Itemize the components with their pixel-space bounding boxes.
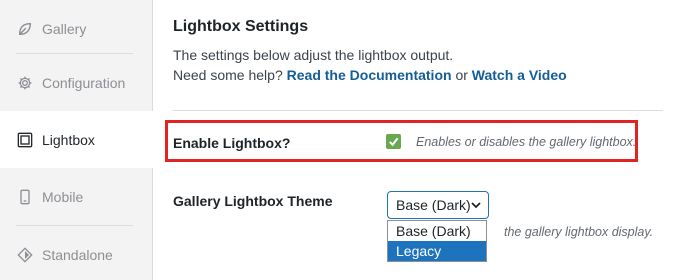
enable-lightbox-hint: Enables or disables the gallery lightbox… <box>416 135 637 149</box>
theme-option-base-dark[interactable]: Base (Dark) <box>388 221 486 241</box>
settings-description: The settings below adjust the lightbox o… <box>173 45 567 85</box>
checkmark-icon <box>389 137 399 147</box>
lightbox-theme-select[interactable]: Base (Dark) <box>387 191 489 219</box>
page-title: Lightbox Settings <box>173 18 309 35</box>
diamond-icon <box>16 246 34 264</box>
leaf-icon <box>16 20 34 38</box>
settings-sidebar: Gallery Configuration Lightbox Mobile St… <box>0 0 154 280</box>
sidebar-item-label: Mobile <box>42 188 84 205</box>
description-line: The settings below adjust the lightbox o… <box>173 47 454 63</box>
sidebar-item-lightbox[interactable]: Lightbox <box>0 111 154 168</box>
sidebar-item-label: Configuration <box>42 74 126 91</box>
lightbox-theme-dropdown: Base (Dark) Legacy <box>387 220 487 262</box>
lightbox-icon <box>16 131 34 149</box>
help-prefix: Need some help? <box>173 67 283 83</box>
sidebar-item-standalone[interactable]: Standalone <box>0 226 153 280</box>
sidebar-item-label: Standalone <box>42 246 113 263</box>
lightbox-theme-label: Gallery Lightbox Theme <box>173 193 333 209</box>
enable-lightbox-checkbox[interactable] <box>386 134 401 149</box>
lightbox-settings-panel: Lightbox Settings The settings below adj… <box>165 0 680 280</box>
lightbox-theme-hint: the gallery lightbox display. <box>504 225 654 239</box>
theme-option-legacy[interactable]: Legacy <box>388 241 486 261</box>
select-value: Base (Dark) <box>396 197 471 213</box>
sidebar-item-label: Gallery <box>42 20 87 37</box>
help-line: Need some help? Read the Documentation o… <box>173 65 567 85</box>
video-link[interactable]: Watch a Video <box>472 67 567 83</box>
gear-icon <box>16 74 34 92</box>
sidebar-item-configuration[interactable]: Configuration <box>0 54 153 111</box>
or-text: or <box>455 67 468 83</box>
enable-lightbox-label: Enable Lightbox? <box>173 135 291 151</box>
sidebar-item-gallery[interactable]: Gallery <box>0 0 153 57</box>
chevron-down-icon <box>471 202 481 209</box>
sidebar-item-label: Lightbox <box>42 131 95 148</box>
mobile-icon <box>16 188 34 206</box>
documentation-link[interactable]: Read the Documentation <box>287 67 452 83</box>
section-divider <box>173 110 663 111</box>
sidebar-item-mobile[interactable]: Mobile <box>0 168 153 225</box>
